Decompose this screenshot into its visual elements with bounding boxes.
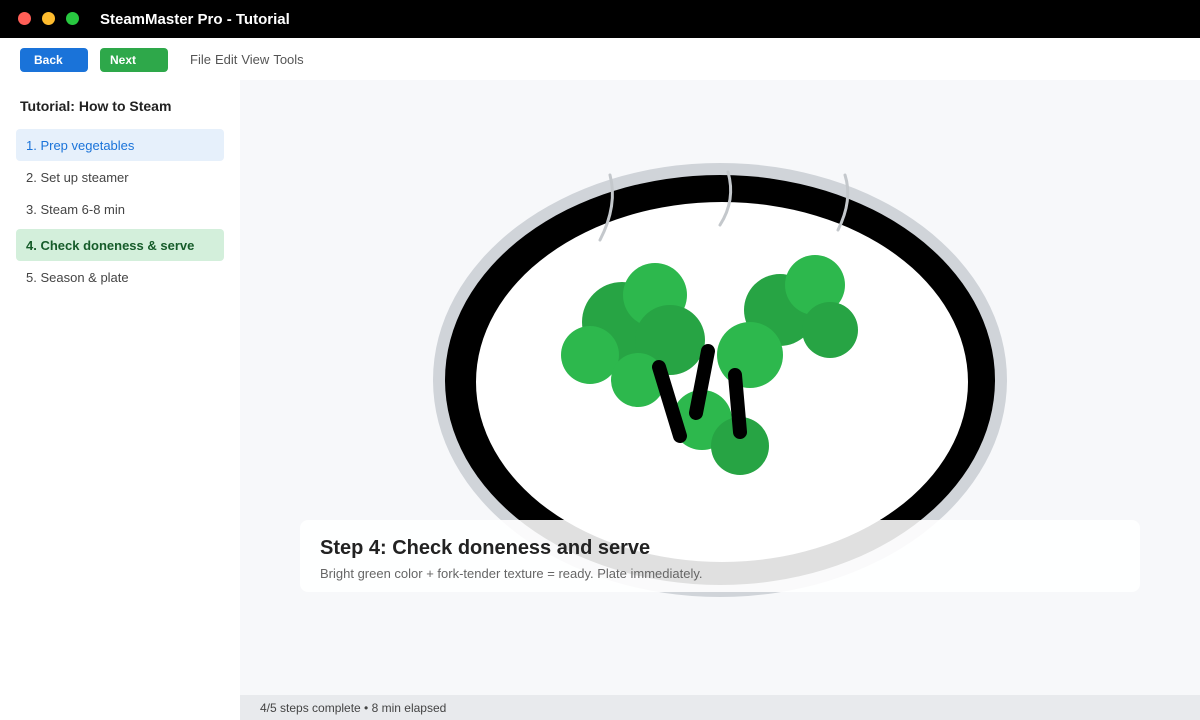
- sidebar-step-3[interactable]: 3. Steam 6-8 min: [16, 193, 224, 225]
- sidebar-step-2[interactable]: 2. Set up steamer: [16, 161, 224, 193]
- status-text: 4/5 steps complete • 8 min elapsed: [260, 701, 447, 715]
- step-caption-title: Step 4: Check doneness and serve: [320, 537, 651, 559]
- broccoli-floret: [717, 322, 783, 388]
- steamed-broccoli-illustration: [433, 163, 1007, 597]
- broccoli-floret: [561, 326, 619, 384]
- sidebar-title: Tutorial: How to Steam: [20, 98, 172, 114]
- sidebar-step-4[interactable]: 4. Check doneness & serve: [16, 229, 224, 261]
- minimize-window-button[interactable]: [42, 12, 55, 25]
- menu-tools[interactable]: Tools: [273, 52, 303, 67]
- window-title: SteamMaster Pro - Tutorial: [100, 11, 290, 28]
- tutorial-sidebar: Tutorial: How to Steam 1. Prep vegetable…: [0, 80, 240, 720]
- menu-edit[interactable]: Edit: [215, 52, 237, 67]
- title-bar: SteamMaster Pro - Tutorial: [0, 0, 1200, 38]
- sidebar-step-1[interactable]: 1. Prep vegetables: [16, 129, 224, 161]
- toolbar: Back Next File Edit View Tools: [0, 38, 1200, 80]
- sidebar-step-5[interactable]: 5. Season & plate: [16, 261, 224, 293]
- menu-file[interactable]: File: [190, 52, 211, 67]
- status-bar: 4/5 steps complete • 8 min elapsed: [240, 695, 1200, 720]
- maximize-window-button[interactable]: [66, 12, 79, 25]
- broccoli-floret: [802, 302, 858, 358]
- plate-surface: [476, 202, 968, 562]
- tutorial-canvas: Step 4: Check doneness and serve Bright …: [240, 80, 1200, 695]
- step-caption-card: Step 4: Check doneness and serve Bright …: [300, 520, 1140, 592]
- step-caption-description: Bright green color + fork-tender texture…: [320, 566, 703, 581]
- next-button[interactable]: Next: [100, 48, 168, 72]
- menu-view[interactable]: View: [241, 52, 269, 67]
- back-button[interactable]: Back: [20, 48, 88, 72]
- close-window-button[interactable]: [18, 12, 31, 25]
- broccoli-stem: [728, 368, 747, 439]
- menu-bar: File Edit View Tools: [190, 52, 304, 67]
